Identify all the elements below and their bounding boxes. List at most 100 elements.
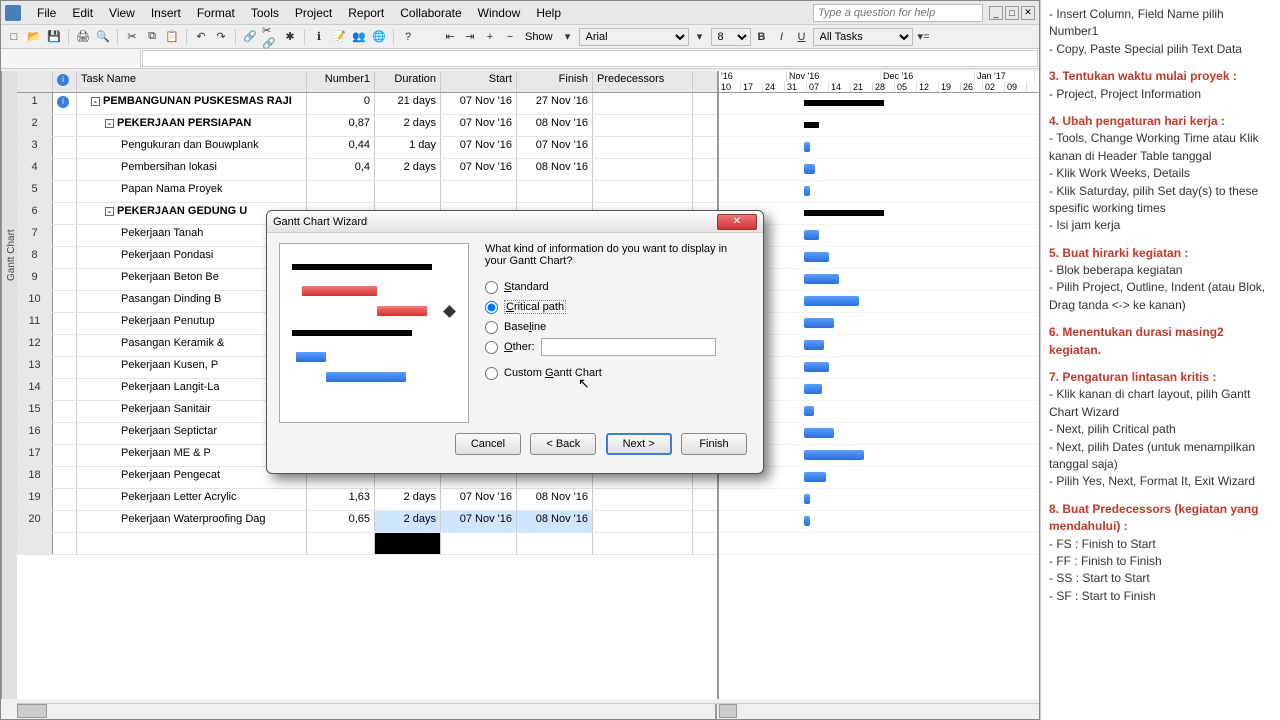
gantt-task-bar[interactable] bbox=[804, 406, 814, 416]
gantt-task-bar[interactable] bbox=[804, 428, 834, 438]
col-number1-header[interactable]: Number1 bbox=[307, 71, 375, 92]
gantt-task-bar[interactable] bbox=[804, 516, 810, 526]
redo-icon[interactable]: ↷ bbox=[212, 28, 230, 46]
menu-help[interactable]: Help bbox=[528, 4, 569, 22]
dialog-titlebar[interactable]: Gantt Chart Wizard ✕ bbox=[267, 211, 763, 233]
filter-select[interactable]: All Tasks bbox=[813, 28, 913, 46]
dropdown-icon[interactable]: ▾ bbox=[559, 28, 577, 46]
paste-icon[interactable]: 📋 bbox=[163, 28, 181, 46]
scroll-thumb[interactable] bbox=[17, 704, 47, 718]
autofilter-icon[interactable]: ▾= bbox=[915, 28, 933, 46]
minimize-button[interactable]: _ bbox=[989, 6, 1003, 20]
split-icon[interactable]: ✱ bbox=[281, 28, 299, 46]
gantt-summary-bar[interactable] bbox=[804, 210, 884, 216]
font-select[interactable]: Arial bbox=[579, 28, 689, 46]
gantt-task-bar[interactable] bbox=[804, 340, 824, 350]
gantt-summary-bar[interactable] bbox=[804, 122, 819, 128]
menu-collaborate[interactable]: Collaborate bbox=[392, 4, 469, 22]
info-icon[interactable]: ℹ bbox=[310, 28, 328, 46]
gantt-task-bar[interactable] bbox=[804, 384, 822, 394]
close-button[interactable]: ✕ bbox=[1021, 6, 1035, 20]
outline-toggle-icon[interactable]: - bbox=[105, 207, 114, 216]
col-duration-header[interactable]: Duration bbox=[375, 71, 441, 92]
gantt-task-bar[interactable] bbox=[804, 494, 810, 504]
help-search-box[interactable] bbox=[813, 4, 983, 22]
undo-icon[interactable]: ↶ bbox=[192, 28, 210, 46]
label-baseline[interactable]: Baseline bbox=[504, 321, 546, 333]
scroll-thumb[interactable] bbox=[719, 704, 737, 718]
gantt-chart[interactable]: '16Nov '16Dec '16Jan '17 101724310714212… bbox=[717, 71, 1039, 699]
open-icon[interactable]: 📂 bbox=[25, 28, 43, 46]
gantt-task-bar[interactable] bbox=[804, 274, 839, 284]
table-row[interactable]: 5Papan Nama Proyek bbox=[17, 181, 717, 203]
table-row[interactable]: 4Pembersihan lokasi0,42 days07 Nov '1608… bbox=[17, 159, 717, 181]
label-other[interactable]: Other: bbox=[504, 341, 535, 353]
assign-icon[interactable]: 👥 bbox=[350, 28, 368, 46]
radio-baseline[interactable] bbox=[485, 321, 498, 334]
col-start-header[interactable]: Start bbox=[441, 71, 517, 92]
gantt-task-bar[interactable] bbox=[804, 318, 834, 328]
cancel-button[interactable]: Cancel bbox=[455, 433, 521, 455]
table-row[interactable]: 19Pekerjaan Letter Acrylic1,632 days07 N… bbox=[17, 489, 717, 511]
cut-icon[interactable]: ✂ bbox=[123, 28, 141, 46]
label-standard[interactable]: Standard bbox=[504, 281, 549, 293]
bold-icon[interactable]: B bbox=[753, 28, 771, 46]
table-row[interactable]: 3Pengukuran dan Bouwplank0,441 day07 Nov… bbox=[17, 137, 717, 159]
menu-insert[interactable]: Insert bbox=[143, 4, 189, 22]
next-button[interactable]: Next > bbox=[606, 433, 672, 455]
menu-file[interactable]: File bbox=[29, 4, 64, 22]
show-sub-icon[interactable]: + bbox=[481, 28, 499, 46]
menu-format[interactable]: Format bbox=[189, 4, 243, 22]
other-combo[interactable] bbox=[541, 338, 716, 356]
col-info-header[interactable]: i bbox=[53, 71, 77, 92]
label-custom[interactable]: Custom Gantt Chart bbox=[504, 367, 602, 379]
print-icon[interactable]: 🖨 bbox=[74, 28, 92, 46]
col-task-header[interactable]: Task Name bbox=[77, 71, 307, 92]
outdent-icon[interactable]: ⇤ bbox=[441, 28, 459, 46]
entry-field[interactable] bbox=[142, 50, 1038, 67]
finish-button[interactable]: Finish bbox=[681, 433, 747, 455]
gantt-task-bar[interactable] bbox=[804, 472, 826, 482]
publish-icon[interactable]: 🌐 bbox=[370, 28, 388, 46]
menu-project[interactable]: Project bbox=[287, 4, 340, 22]
table-row[interactable]: 20Pekerjaan Waterproofing Dag0,652 days0… bbox=[17, 511, 717, 533]
restore-button[interactable]: □ bbox=[1005, 6, 1019, 20]
gantt-task-bar[interactable] bbox=[804, 142, 810, 152]
view-bar-tab[interactable]: Gantt Chart bbox=[1, 71, 17, 699]
italic-icon[interactable]: I bbox=[773, 28, 791, 46]
unlink-icon[interactable]: ✂🔗 bbox=[261, 28, 279, 46]
dropdown-icon[interactable]: ▾ bbox=[691, 28, 709, 46]
gantt-summary-bar[interactable] bbox=[804, 100, 884, 106]
radio-critical-path[interactable] bbox=[485, 301, 498, 314]
radio-standard[interactable] bbox=[485, 281, 498, 294]
table-row[interactable]: 1i-PEMBANGUNAN PUSKESMAS RAJI021 days07 … bbox=[17, 93, 717, 115]
gantt-task-bar[interactable] bbox=[804, 186, 810, 196]
help-search-input[interactable] bbox=[813, 4, 983, 22]
outline-toggle-icon[interactable]: - bbox=[91, 97, 100, 106]
gantt-task-bar[interactable] bbox=[804, 362, 829, 372]
outline-toggle-icon[interactable]: - bbox=[105, 119, 114, 128]
label-critical-path[interactable]: Critical path bbox=[504, 300, 566, 314]
indent-icon[interactable]: ⇥ bbox=[461, 28, 479, 46]
gantt-task-bar[interactable] bbox=[804, 296, 859, 306]
col-finish-header[interactable]: Finish bbox=[517, 71, 593, 92]
menu-edit[interactable]: Edit bbox=[64, 4, 101, 22]
notes-icon[interactable]: 📝 bbox=[330, 28, 348, 46]
hide-sub-icon[interactable]: − bbox=[501, 28, 519, 46]
help-icon[interactable]: ? bbox=[399, 28, 417, 46]
dialog-close-button[interactable]: ✕ bbox=[717, 214, 757, 230]
gantt-task-bar[interactable] bbox=[804, 252, 829, 262]
menu-window[interactable]: Window bbox=[470, 4, 529, 22]
print-preview-icon[interactable]: 🔍 bbox=[94, 28, 112, 46]
copy-icon[interactable]: ⧉ bbox=[143, 28, 161, 46]
gantt-task-bar[interactable] bbox=[804, 450, 864, 460]
new-icon[interactable]: □ bbox=[5, 28, 23, 46]
gantt-task-bar[interactable] bbox=[804, 164, 815, 174]
radio-other[interactable] bbox=[485, 341, 498, 354]
back-button[interactable]: < Back bbox=[530, 433, 596, 455]
underline-icon[interactable]: U bbox=[793, 28, 811, 46]
col-predecessors-header[interactable]: Predecessors bbox=[593, 71, 693, 92]
link-icon[interactable]: 🔗 bbox=[241, 28, 259, 46]
menu-view[interactable]: View bbox=[101, 4, 143, 22]
radio-custom[interactable] bbox=[485, 367, 498, 380]
